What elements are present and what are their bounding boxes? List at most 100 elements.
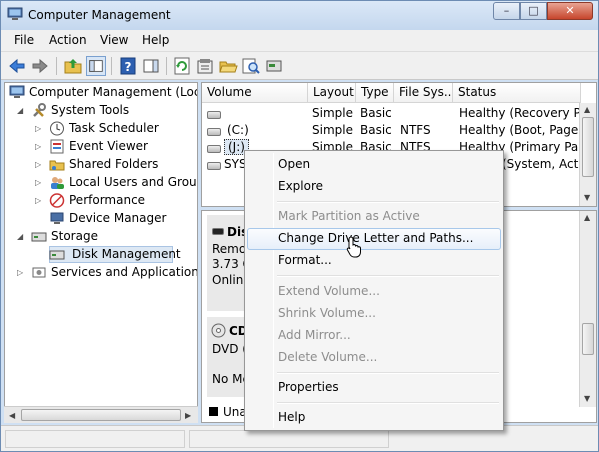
search-icon[interactable]	[241, 56, 261, 76]
collapsed-arrow-icon[interactable]: ▷	[35, 178, 41, 187]
svg-text:?: ?	[125, 60, 132, 74]
title-bar[interactable]: Computer Management – □ ✕	[1, 1, 598, 30]
menu-separator	[277, 372, 499, 374]
removable-disk-icon	[212, 228, 224, 235]
menu-action[interactable]: Action	[49, 33, 87, 47]
tree-label: Services and Applications	[51, 265, 198, 279]
disk-management-icon	[49, 250, 65, 260]
menu-item-format[interactable]: Format...	[247, 250, 501, 272]
scroll-thumb[interactable]	[582, 117, 594, 177]
menu-bar: File Action View Help	[1, 30, 598, 52]
menu-item-help[interactable]: Help	[247, 407, 501, 429]
menu-separator	[277, 275, 499, 277]
menu-item-change-drive-letter[interactable]: Change Drive Letter and Paths...	[247, 228, 501, 250]
maximize-icon: □	[528, 4, 539, 17]
scroll-right-icon[interactable]: ▶	[185, 411, 191, 420]
refresh-icon[interactable]	[172, 56, 192, 76]
tree-item-task-scheduler[interactable]: ▷ Task Scheduler	[35, 120, 197, 138]
menu-help[interactable]: Help	[142, 33, 169, 47]
scroll-up-icon[interactable]: ▲	[584, 105, 590, 114]
tree-item-services[interactable]: ▷ Services and Applications	[17, 264, 197, 282]
collapsed-arrow-icon[interactable]: ▷	[17, 268, 23, 277]
clock-icon	[50, 121, 64, 136]
event-viewer-icon	[50, 139, 64, 154]
tree-item-device-manager[interactable]: Device Manager	[35, 210, 197, 228]
tree-item-storage[interactable]: ◢ Storage	[17, 228, 197, 246]
expanded-arrow-icon[interactable]: ◢	[17, 106, 23, 115]
storage-icon	[31, 232, 47, 242]
tree-label: Computer Management (Local	[29, 85, 198, 99]
device-manager-icon	[50, 212, 64, 224]
back-arrow-icon[interactable]	[7, 56, 27, 76]
scroll-down-icon[interactable]: ▼	[584, 394, 590, 403]
forward-arrow-icon[interactable]	[30, 56, 50, 76]
tree-horizontal-scrollbar[interactable]: ◀ ▶	[4, 406, 198, 423]
volume-disk-icon	[207, 162, 221, 170]
status-segment	[5, 430, 185, 448]
system-tools-icon	[33, 103, 46, 117]
collapsed-arrow-icon[interactable]: ▷	[35, 196, 41, 205]
menu-item-delete-volume[interactable]: Delete Volume...	[247, 347, 501, 369]
tree-label: Task Scheduler	[69, 121, 159, 135]
volume-layout: Simple	[312, 123, 353, 137]
shared-folder-icon	[49, 160, 65, 171]
menu-file[interactable]: File	[14, 33, 34, 47]
tree-item-disk-management[interactable]: Disk Management	[35, 246, 197, 264]
menu-item-mark-active[interactable]: Mark Partition as Active	[247, 206, 501, 228]
collapsed-arrow-icon[interactable]: ▷	[35, 160, 41, 169]
menu-item-explore[interactable]: Explore	[247, 176, 501, 198]
volume-list-scrollbar[interactable]: ▲ ▼	[579, 103, 596, 206]
show-hide-tree-icon[interactable]	[86, 56, 106, 76]
minimize-button[interactable]: –	[493, 2, 520, 20]
tree-item-system-tools[interactable]: ◢ System Tools	[17, 102, 197, 120]
scroll-thumb[interactable]	[582, 323, 594, 355]
column-status[interactable]: Status	[453, 83, 581, 103]
collapsed-arrow-icon[interactable]: ▷	[35, 124, 41, 133]
tree-label: Storage	[51, 229, 98, 243]
disk-view-scrollbar[interactable]: ▲ ▼	[579, 211, 596, 407]
help-icon[interactable]: ?	[118, 56, 138, 76]
mouse-cursor-icon	[346, 236, 361, 258]
tree-item-local-users[interactable]: ▷ Local Users and Groups	[35, 174, 197, 192]
tree-item-event-viewer[interactable]: ▷ Event Viewer	[35, 138, 197, 156]
open-folder-icon[interactable]	[218, 56, 238, 76]
minimize-icon: –	[503, 4, 510, 17]
up-folder-icon[interactable]	[63, 56, 83, 76]
menu-separator	[277, 201, 499, 203]
scroll-thumb[interactable]	[21, 409, 181, 421]
tree-item-performance[interactable]: ▷ Performance	[35, 192, 197, 210]
tree-label: Event Viewer	[69, 139, 148, 153]
menu-item-open[interactable]: Open	[247, 154, 501, 176]
column-layout[interactable]: Layout	[308, 83, 356, 103]
scroll-left-icon[interactable]: ◀	[9, 411, 15, 420]
menu-item-extend-volume[interactable]: Extend Volume...	[247, 281, 501, 303]
tree-label: Shared Folders	[69, 157, 159, 171]
menu-item-add-mirror[interactable]: Add Mirror...	[247, 325, 501, 347]
maximize-button[interactable]: □	[520, 2, 547, 20]
close-button[interactable]: ✕	[547, 2, 593, 20]
column-volume[interactable]: Volume	[202, 83, 308, 103]
services-icon	[32, 267, 46, 278]
console-tree: Computer Management (Local ◢ System Tool…	[4, 82, 198, 423]
volume-status: Healthy (Recovery Partitio	[459, 106, 581, 120]
menu-item-shrink-volume[interactable]: Shrink Volume...	[247, 303, 501, 325]
status-segment	[189, 430, 389, 448]
disk-icon[interactable]	[264, 56, 284, 76]
volume-type: Basic	[360, 123, 392, 137]
menu-view[interactable]: View	[100, 33, 128, 47]
column-type[interactable]: Type	[356, 83, 394, 103]
properties-icon[interactable]	[195, 56, 215, 76]
volume-disk-icon	[207, 128, 221, 136]
expanded-arrow-icon[interactable]: ◢	[17, 232, 23, 241]
tree-item-shared-folders[interactable]: ▷ Shared Folders	[35, 156, 197, 174]
action-pane-icon[interactable]	[141, 56, 161, 76]
volume-layout: Simple	[312, 106, 353, 120]
menu-item-properties[interactable]: Properties	[247, 377, 501, 399]
tree-label: Device Manager	[69, 211, 167, 225]
tree-item-root[interactable]: Computer Management (Local	[9, 84, 198, 102]
volume-name[interactable]: (C:)	[227, 123, 249, 137]
scroll-up-icon[interactable]: ▲	[584, 213, 590, 222]
scroll-down-icon[interactable]: ▼	[584, 193, 590, 202]
collapsed-arrow-icon[interactable]: ▷	[35, 142, 41, 151]
column-file-system[interactable]: File Sys...	[394, 83, 453, 103]
